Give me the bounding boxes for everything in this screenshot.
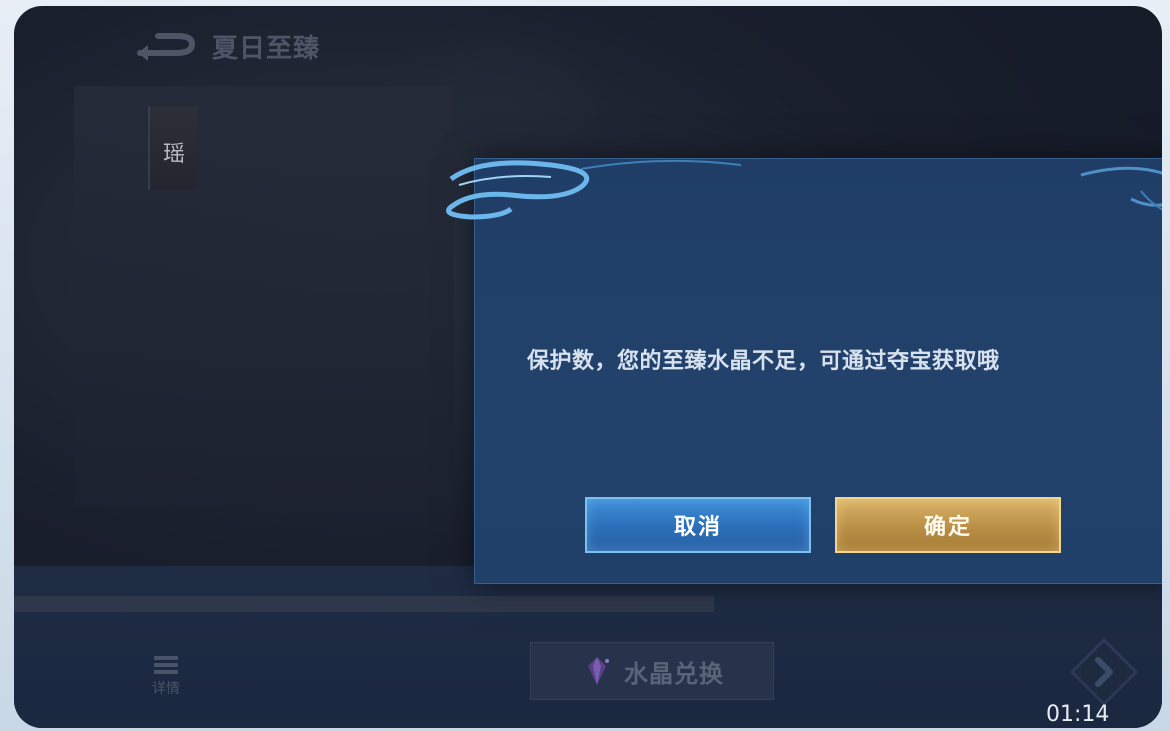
crystal-icon	[588, 657, 609, 685]
cancel-button[interactable]: 取消	[585, 497, 811, 553]
cloud-ornament	[446, 159, 1162, 220]
back-arrow-icon[interactable]	[136, 32, 198, 61]
clock: 01:14	[1046, 702, 1110, 727]
crystal-exchange-button[interactable]: 水晶兑换	[530, 642, 774, 700]
confirm-label: 确定	[923, 515, 972, 540]
page-title: 夏日至臻	[212, 34, 321, 64]
hero-tab[interactable]: 瑶	[148, 106, 198, 190]
hero-tab-label: 瑶	[162, 142, 185, 167]
header: 夏日至臻	[136, 28, 320, 65]
dialog-message: 保护数，您的至臻水晶不足，可通过夺宝获取哦	[527, 349, 1000, 374]
device-frame: 夏日至臻 瑶 详情 水晶兑换 保护数，您的至臻水晶不足，可通过夺宝获取哦 取消 …	[0, 0, 1170, 731]
background-ledge	[14, 596, 714, 612]
cancel-label: 取消	[673, 515, 722, 540]
confirm-button[interactable]: 确定	[835, 497, 1061, 553]
list-icon	[154, 656, 178, 674]
game-screen: 夏日至臻 瑶 详情 水晶兑换 保护数，您的至臻水晶不足，可通过夺宝获取哦 取消 …	[14, 6, 1162, 728]
next-diamond-icon[interactable]	[1066, 634, 1142, 710]
details-button[interactable]: 详情	[152, 654, 180, 698]
insufficient-crystal-dialog: 保护数，您的至臻水晶不足，可通过夺宝获取哦 取消 确定	[446, 158, 1162, 584]
crystal-exchange-label: 水晶兑换	[624, 659, 724, 688]
details-label: 详情	[152, 681, 180, 697]
